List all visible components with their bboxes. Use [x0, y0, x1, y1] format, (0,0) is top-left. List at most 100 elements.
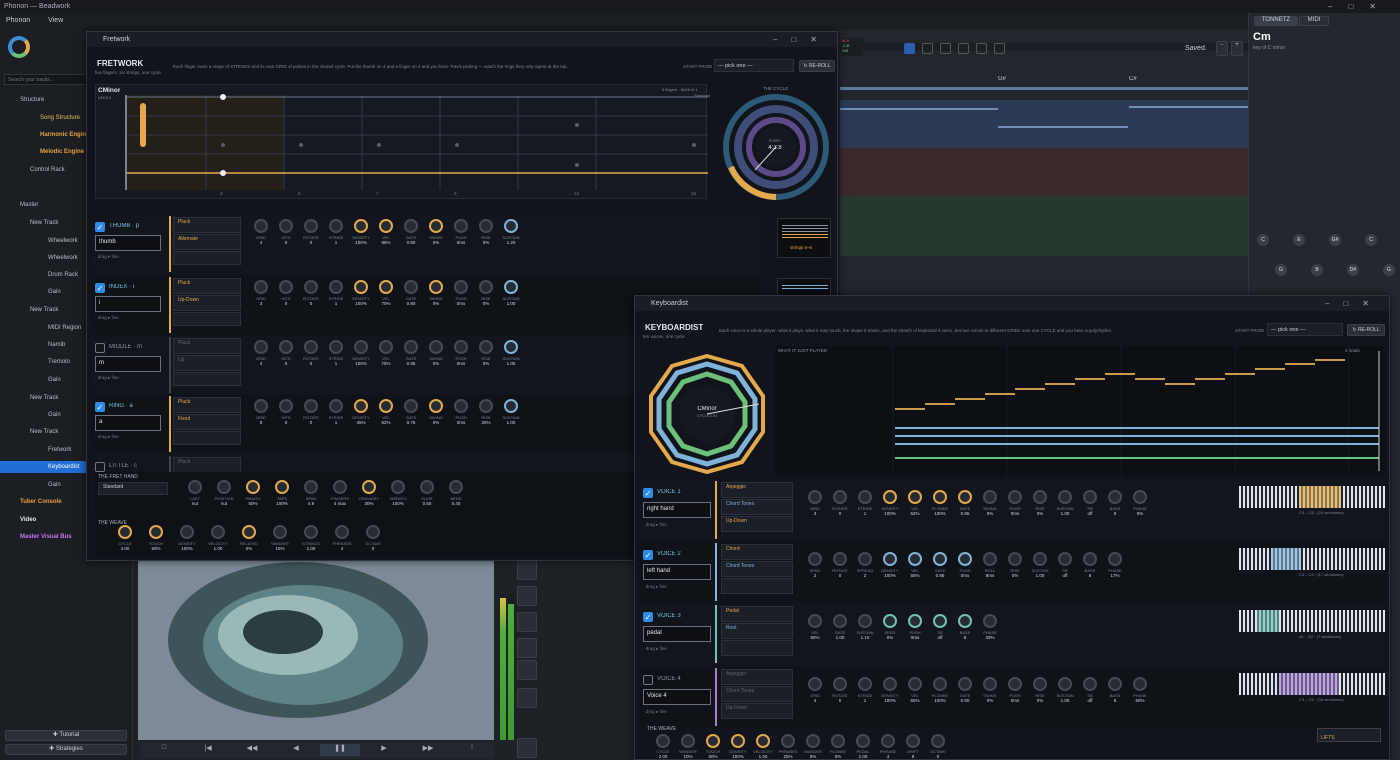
knob[interactable]: [908, 490, 922, 504]
weave-knob[interactable]: [806, 734, 820, 748]
knob[interactable]: [1083, 552, 1097, 566]
knob[interactable]: [329, 280, 343, 294]
video-tool-button[interactable]: [517, 612, 537, 632]
knob[interactable]: [254, 280, 268, 294]
fret-stroke-select[interactable]: [173, 312, 241, 326]
knob[interactable]: [958, 614, 972, 628]
transport-button[interactable]: ❚❚: [320, 744, 360, 756]
knob[interactable]: [883, 552, 897, 566]
finger-enable-checkbox[interactable]: [95, 343, 105, 353]
fret-stroke-select[interactable]: [173, 431, 241, 445]
keyboard-range[interactable]: [1239, 548, 1385, 570]
weave-knob[interactable]: [656, 734, 670, 748]
knob[interactable]: [404, 280, 418, 294]
knob[interactable]: [858, 677, 872, 691]
knob[interactable]: [479, 219, 493, 233]
loop-tool-button[interactable]: [940, 43, 951, 54]
fret-hand-knob[interactable]: [333, 480, 347, 494]
knob[interactable]: [1058, 552, 1072, 566]
video-tool-button[interactable]: [517, 688, 537, 708]
knob[interactable]: [808, 677, 822, 691]
finger-name-field[interactable]: thumb: [95, 235, 161, 251]
video-tool-button[interactable]: [517, 560, 537, 580]
palette-select[interactable]: Chord Tones: [721, 561, 793, 577]
knob[interactable]: [304, 280, 318, 294]
figure-select[interactable]: Pedal: [721, 606, 793, 622]
knob[interactable]: [379, 280, 393, 294]
contour-select[interactable]: Up-Down: [721, 703, 793, 719]
knob[interactable]: [379, 399, 393, 413]
fret-hand-knob[interactable]: [420, 480, 434, 494]
weave-knob[interactable]: [781, 734, 795, 748]
knob[interactable]: [479, 399, 493, 413]
weave-knob[interactable]: [149, 525, 163, 539]
knob[interactable]: [279, 340, 293, 354]
pointer-tool-button[interactable]: [904, 43, 915, 54]
rule-select[interactable]: Up: [173, 355, 241, 371]
keyboard-range[interactable]: [1239, 673, 1385, 695]
video-tool-button[interactable]: [517, 738, 537, 758]
finger-enable-checkbox[interactable]: ✓: [95, 402, 105, 412]
weave-knob[interactable]: [831, 734, 845, 748]
pattern-select[interactable]: Pluck: [173, 217, 241, 233]
transport-button[interactable]: ▶: [364, 744, 404, 756]
tonnetz-node[interactable]: D#: [1347, 264, 1359, 276]
knob[interactable]: [404, 219, 418, 233]
tutorial-button[interactable]: ✚ Tutorial: [5, 730, 127, 741]
knob[interactable]: [254, 219, 268, 233]
knob[interactable]: [833, 552, 847, 566]
knob[interactable]: [933, 490, 947, 504]
knob[interactable]: [983, 677, 997, 691]
palette-select[interactable]: Chord Tones: [721, 686, 793, 702]
knob[interactable]: [379, 340, 393, 354]
knob[interactable]: [479, 280, 493, 294]
knob[interactable]: [1133, 677, 1147, 691]
select-tool-button[interactable]: [994, 43, 1005, 54]
knob[interactable]: [254, 399, 268, 413]
zoom-out-button[interactable]: -: [1216, 41, 1228, 56]
palette-select[interactable]: Root: [721, 623, 793, 639]
knob[interactable]: [1108, 490, 1122, 504]
knob[interactable]: [958, 677, 972, 691]
fret-hand-knob[interactable]: [217, 480, 231, 494]
draw-tool-button[interactable]: [958, 43, 969, 54]
tuning-select[interactable]: Standard: [98, 482, 168, 495]
knob[interactable]: [1108, 552, 1122, 566]
knob[interactable]: [504, 340, 518, 354]
fret-hand-knob[interactable]: [391, 480, 405, 494]
keyboardist-window-controls[interactable]: –□✕: [1325, 299, 1383, 308]
video-tool-button[interactable]: [517, 638, 537, 658]
knob[interactable]: [1108, 677, 1122, 691]
contour-select[interactable]: [721, 640, 793, 656]
weave-knob[interactable]: [242, 525, 256, 539]
transport-button[interactable]: ◀: [276, 744, 316, 756]
knob[interactable]: [379, 219, 393, 233]
knob[interactable]: [833, 614, 847, 628]
knob[interactable]: [454, 340, 468, 354]
finger-name-field[interactable]: a: [95, 415, 161, 431]
voice-name-field[interactable]: pedal: [643, 626, 711, 642]
tonnetz-node[interactable]: G#: [1329, 234, 1341, 246]
tab-midi[interactable]: MIDI: [1299, 16, 1329, 26]
weave-knob[interactable]: [756, 734, 770, 748]
knob[interactable]: [908, 614, 922, 628]
rule-select[interactable]: Alternate: [173, 234, 241, 250]
transport-button[interactable]: ◀◀: [232, 744, 272, 756]
tonnetz-node[interactable]: B: [1311, 264, 1323, 276]
cut-tool-button[interactable]: [976, 43, 987, 54]
knob[interactable]: [304, 399, 318, 413]
knob[interactable]: [933, 614, 947, 628]
figure-select[interactable]: Arpeggio: [721, 669, 793, 685]
weave-knob[interactable]: [211, 525, 225, 539]
finger-enable-checkbox[interactable]: ✓: [95, 222, 105, 232]
keyboard-range[interactable]: [1239, 610, 1385, 632]
knob[interactable]: [983, 490, 997, 504]
knob[interactable]: [304, 340, 318, 354]
knob[interactable]: [429, 399, 443, 413]
weave-knob[interactable]: [273, 525, 287, 539]
fret-stroke-select[interactable]: [173, 251, 241, 265]
tonnetz-node[interactable]: E: [1293, 234, 1305, 246]
fret-hand-knob[interactable]: [275, 480, 289, 494]
fret-hand-knob[interactable]: [246, 480, 260, 494]
weave-knob[interactable]: [906, 734, 920, 748]
